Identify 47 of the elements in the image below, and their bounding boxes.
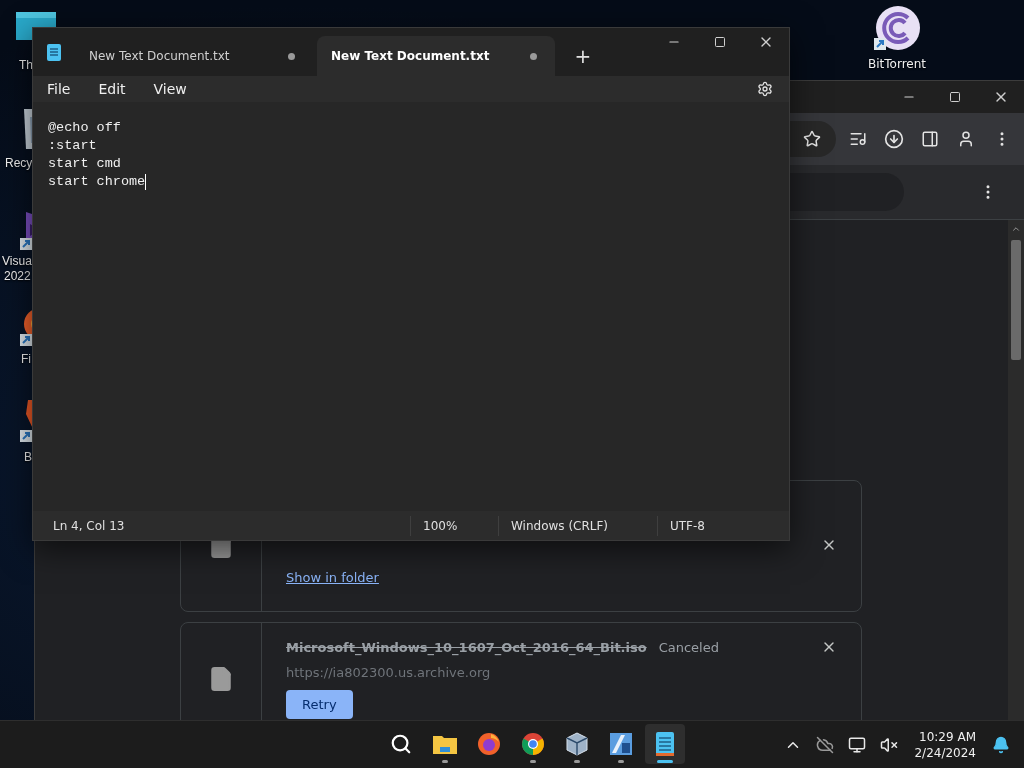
text-editor[interactable]: @echo off :start start cmd start chrome (33, 102, 789, 511)
text-caret (145, 174, 147, 190)
shortcut-label: Recy (5, 156, 33, 170)
menu-item[interactable]: File (37, 79, 81, 99)
notepad-icon (655, 731, 675, 757)
folder-icon (432, 733, 458, 755)
retry-button[interactable]: Retry (286, 690, 353, 719)
code-line: start cmd (48, 155, 122, 173)
zoom-level[interactable]: 100% (410, 515, 498, 536)
show-in-folder-link[interactable]: Show in folder (286, 570, 379, 585)
code-line: start chrome (48, 173, 148, 191)
scroll-thumb[interactable] (1011, 240, 1021, 360)
chrome-icon (521, 732, 545, 756)
download-url: https://ia802300.us.archive.org (286, 665, 492, 680)
code-line: @echo off (48, 119, 122, 137)
shortcut-label: Th (19, 58, 33, 72)
menu-item[interactable]: Edit (88, 79, 136, 99)
cursor-position: Ln 4, Col 13 (52, 517, 126, 535)
clock[interactable]: 10:29 AM 2/24/2024 (910, 728, 980, 761)
search-field[interactable] (789, 173, 904, 211)
shortcut-label: Fi (21, 352, 31, 366)
maximize-icon[interactable] (949, 91, 961, 103)
shortcut-label: 2022 (4, 269, 31, 283)
file-icon (208, 666, 234, 692)
maximize-icon[interactable] (714, 36, 726, 48)
desktop-shortcut[interactable]: BitTorrent (855, 6, 939, 71)
shortcut-label: Visua (2, 254, 32, 268)
taskbar-app-button[interactable] (645, 724, 685, 764)
notepad-icon (47, 43, 61, 61)
scroll-up-icon[interactable] (1011, 224, 1021, 234)
cube-icon (566, 732, 588, 756)
encoding[interactable]: UTF-8 (657, 515, 789, 536)
shortcut-label: BitTorrent (868, 57, 926, 71)
menu-item[interactable]: View (143, 79, 197, 99)
code-line: :start (48, 137, 98, 155)
firefox-icon (477, 732, 501, 756)
shortcut-label: B (24, 450, 32, 464)
new-tab-button[interactable]: + (563, 36, 603, 76)
search-icon (390, 733, 412, 755)
document-tab[interactable]: New Text Document.txt (317, 36, 555, 76)
scrollbar[interactable] (1008, 220, 1024, 720)
address-bar[interactable] (789, 121, 836, 157)
document-tab[interactable]: New Text Document.txt (75, 36, 313, 76)
file-name: Microsoft_Windows_10_1607_Oct_2016_64_Bit.iso (286, 639, 647, 655)
download-status: Canceled (658, 639, 719, 655)
app-icon (609, 732, 633, 756)
line-ending[interactable]: Windows (CRLF) (498, 515, 657, 536)
